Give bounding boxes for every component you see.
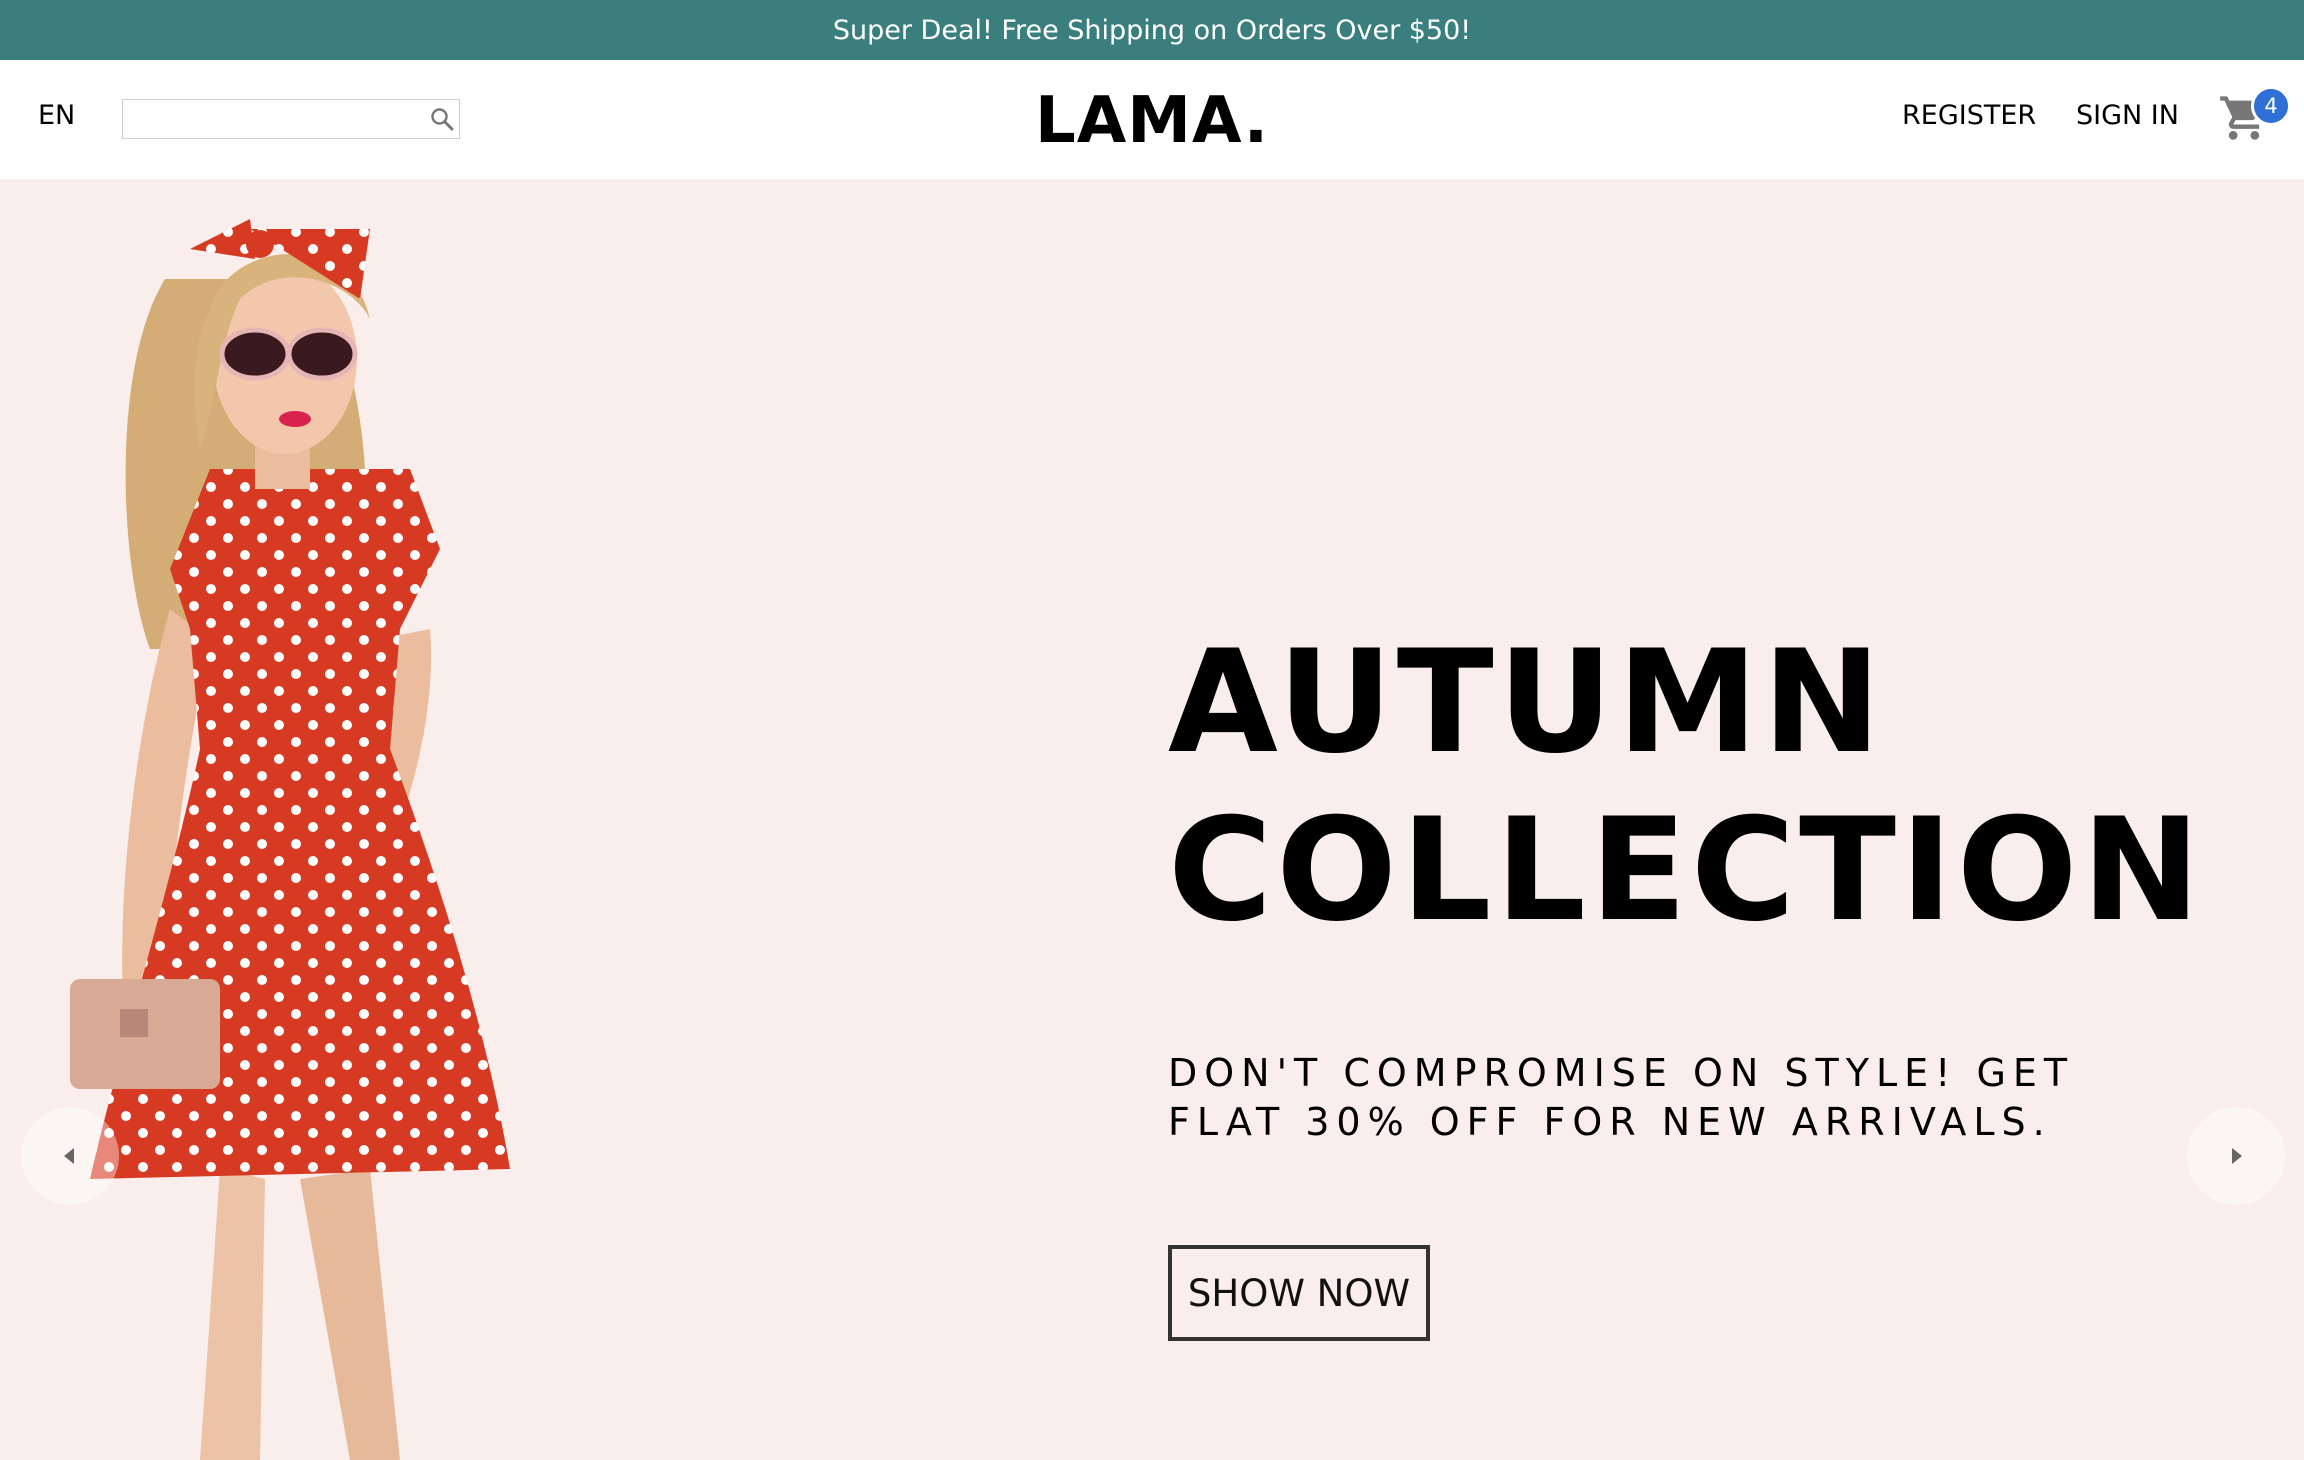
language-selector[interactable]: EN (38, 100, 75, 131)
arrow-left-icon (64, 1148, 74, 1164)
show-now-button[interactable]: SHOW NOW (1168, 1245, 1430, 1341)
slider-prev-button[interactable] (21, 1107, 119, 1205)
hero-slider: AUTUMN COLLECTION DON'T COMPROMISE ON ST… (0, 179, 2304, 1460)
hero-title-line-1: AUTUMN (1168, 620, 1886, 785)
search-container (122, 99, 460, 139)
cart-button[interactable]: 4 (2218, 86, 2291, 148)
register-link[interactable]: REGISTER (1902, 100, 2036, 131)
slider-next-button[interactable] (2187, 1107, 2285, 1205)
hero-model-image (70, 219, 510, 1460)
announcement-text: Super Deal! Free Shipping on Orders Over… (832, 14, 1472, 46)
cart-count-badge: 4 (2251, 86, 2291, 126)
announcement-bar: Super Deal! Free Shipping on Orders Over… (0, 0, 2304, 60)
search-icon[interactable] (425, 101, 459, 137)
hero-title: AUTUMN COLLECTION (1168, 619, 2204, 955)
navbar: EN LAMA. REGISTER SIGN IN 4 (0, 60, 2304, 179)
arrow-right-icon (2232, 1148, 2242, 1164)
hero-description: DON'T COMPROMISE ON STYLE! GET FLAT 30% … (1168, 1051, 2075, 1144)
site-logo[interactable]: LAMA. (1035, 84, 1269, 158)
hero-title-line-2: COLLECTION (1168, 788, 2205, 953)
sign-in-link[interactable]: SIGN IN (2076, 100, 2179, 131)
search-input[interactable] (123, 101, 425, 137)
